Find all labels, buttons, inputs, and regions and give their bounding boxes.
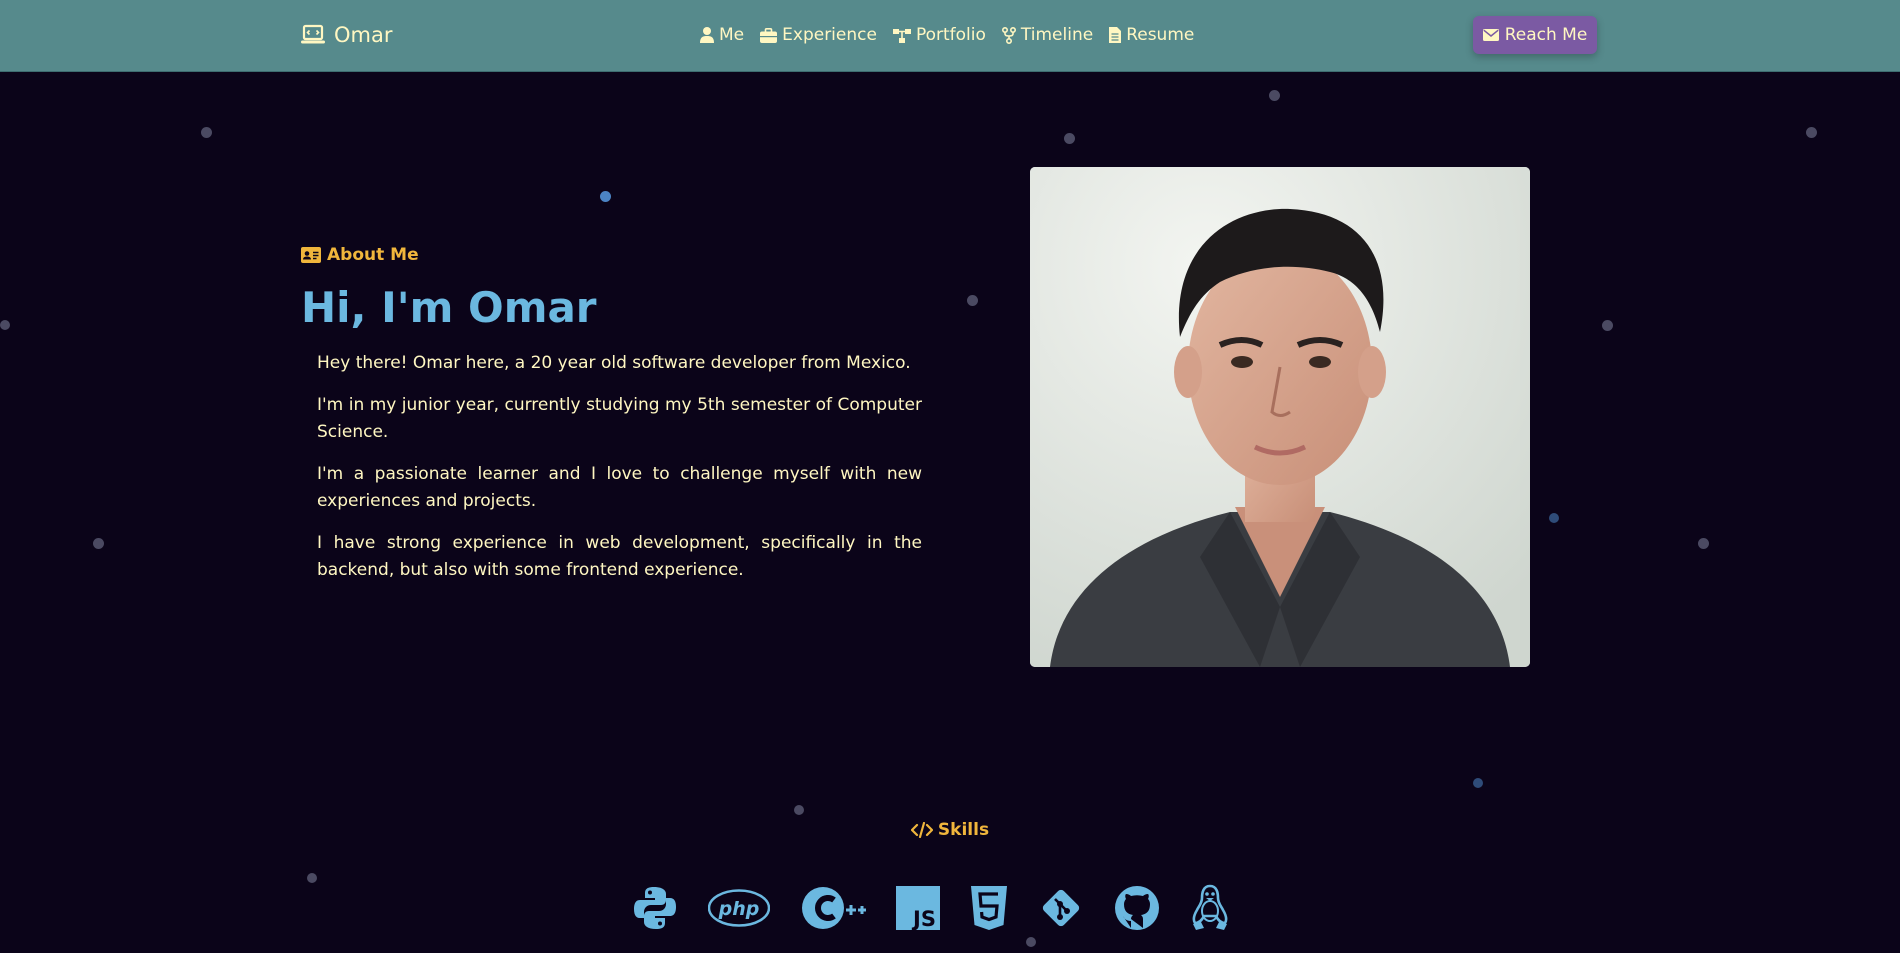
background-particle xyxy=(1473,778,1483,788)
nav-item-experience[interactable]: Experience xyxy=(760,25,877,45)
background-particle xyxy=(1602,320,1613,331)
nav-item-label: Timeline xyxy=(1020,25,1094,45)
github-icon xyxy=(1114,884,1160,932)
background-particle xyxy=(794,805,804,815)
id-card-icon xyxy=(301,247,321,263)
skills-icons: php JS xyxy=(632,884,1230,932)
bio-paragraph: I'm a passionate learner and I love to c… xyxy=(317,464,922,511)
laptop-code-icon xyxy=(301,24,325,46)
nav-item-portfolio[interactable]: Portfolio xyxy=(892,25,986,45)
skills-heading: Skills xyxy=(910,820,990,840)
background-particle xyxy=(0,320,10,330)
background-particle xyxy=(1698,538,1709,549)
linux-icon xyxy=(1190,884,1230,932)
html5-icon xyxy=(970,884,1008,932)
reach-me-button[interactable]: Reach Me xyxy=(1473,16,1597,54)
background-particle xyxy=(1064,133,1075,144)
background-particle xyxy=(201,127,212,138)
bio-paragraph: Hey there! Omar here, a 20 year old soft… xyxy=(317,353,911,373)
user-icon xyxy=(700,27,714,43)
profile-photo xyxy=(1030,167,1530,667)
background-particle xyxy=(93,538,104,549)
code-icon xyxy=(910,822,933,838)
background-particle xyxy=(1026,937,1036,947)
nav-links: Me Experience Portfolio Timeline Resume xyxy=(700,22,1194,48)
nav-item-label: Resume xyxy=(1126,25,1195,45)
git-icon xyxy=(1038,884,1084,932)
background-particle xyxy=(967,295,978,306)
background-particle xyxy=(1269,90,1280,101)
nav-item-label: Experience xyxy=(782,25,877,45)
skills-label: Skills xyxy=(937,820,990,840)
python-icon xyxy=(632,884,678,932)
svg-text:php: php xyxy=(718,898,760,920)
bio-paragraph: I have strong experience in web developm… xyxy=(317,533,922,580)
background-particle xyxy=(600,191,611,202)
about-me-heading: About Me xyxy=(301,245,419,265)
reach-me-label: Reach Me xyxy=(1504,25,1588,45)
briefcase-icon xyxy=(760,27,778,43)
background-particle xyxy=(307,873,317,883)
nav-item-timeline[interactable]: Timeline xyxy=(1001,25,1094,45)
javascript-icon: JS xyxy=(896,884,940,932)
sitemap-icon xyxy=(892,28,911,43)
nav-item-resume[interactable]: Resume xyxy=(1109,25,1194,45)
background-particle xyxy=(1806,127,1817,138)
background-particle xyxy=(1549,513,1559,523)
nav-item-me[interactable]: Me xyxy=(700,25,744,45)
nav-item-label: Me xyxy=(719,25,745,45)
file-icon xyxy=(1109,27,1122,43)
cplusplus-icon xyxy=(800,884,866,932)
php-icon: php xyxy=(708,884,770,932)
bio: Hey there! Omar here, a 20 year old soft… xyxy=(317,350,922,599)
navbar: Omar Me Experience Portfolio Timeline Re… xyxy=(0,0,1900,72)
bio-paragraph: I'm in my junior year, currently studyin… xyxy=(317,395,922,442)
brand-name: Omar xyxy=(334,23,393,47)
nav-item-label: Portfolio xyxy=(915,25,986,45)
about-me-label: About Me xyxy=(327,245,419,265)
svg-text:JS: JS xyxy=(911,907,936,930)
code-fork-icon xyxy=(1001,26,1016,44)
brand[interactable]: Omar xyxy=(301,20,393,50)
hero-title: Hi, I'm Omar xyxy=(301,283,597,332)
envelope-icon xyxy=(1482,29,1499,41)
